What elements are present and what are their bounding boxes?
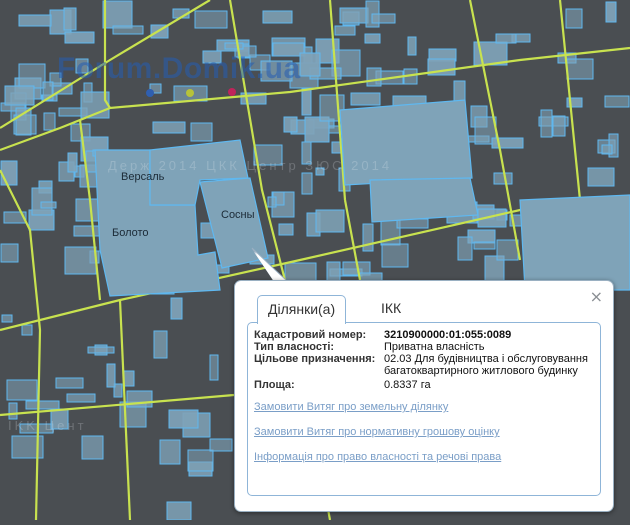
cadastral-number-value: 3210900000:01:055:0089 [384,329,512,341]
ownership-type-value: Приватна власність [384,341,485,353]
parcel-attributes: Кадастровий номер: 3210900000:01:055:008… [254,329,596,391]
area-value: 0.8337 га [384,379,431,391]
attribute-row: Цільове призначення: 02.03 Для будівницт… [254,353,596,379]
ownership-rights-info-link[interactable]: Інформація про право власності та речові… [254,451,501,463]
tab-parcels[interactable]: Ділянки(а) [257,295,347,324]
popup-tabs: Ділянки(а) ІКК [249,295,601,324]
attribute-row: Кадастровий номер: 3210900000:01:055:008… [254,329,596,341]
area-label: Площа: [254,379,295,391]
order-valuation-extract-link[interactable]: Замовити Витяг про нормативну грошову оц… [254,426,500,438]
purpose-value: 02.03 Для будівництва і обслуговування б… [384,353,588,377]
parcel-info-popup: × Ділянки(а) ІКК Кадастровий номер: 3210… [234,280,614,512]
order-land-extract-link[interactable]: Замовити Витяг про земельну ділянку [254,401,448,413]
attribute-row: Площа: 0.8337 га [254,379,596,391]
tab-ikk[interactable]: ІКК [371,295,411,321]
attribute-row: Тип власності: Приватна власність [254,341,596,353]
parcel-info-panel: Кадастровий номер: 3210900000:01:055:008… [247,322,601,496]
cadastral-number-label: Кадастровий номер: [254,329,367,341]
ownership-type-label: Тип власності: [254,341,335,353]
purpose-label: Цільове призначення: [254,353,376,365]
